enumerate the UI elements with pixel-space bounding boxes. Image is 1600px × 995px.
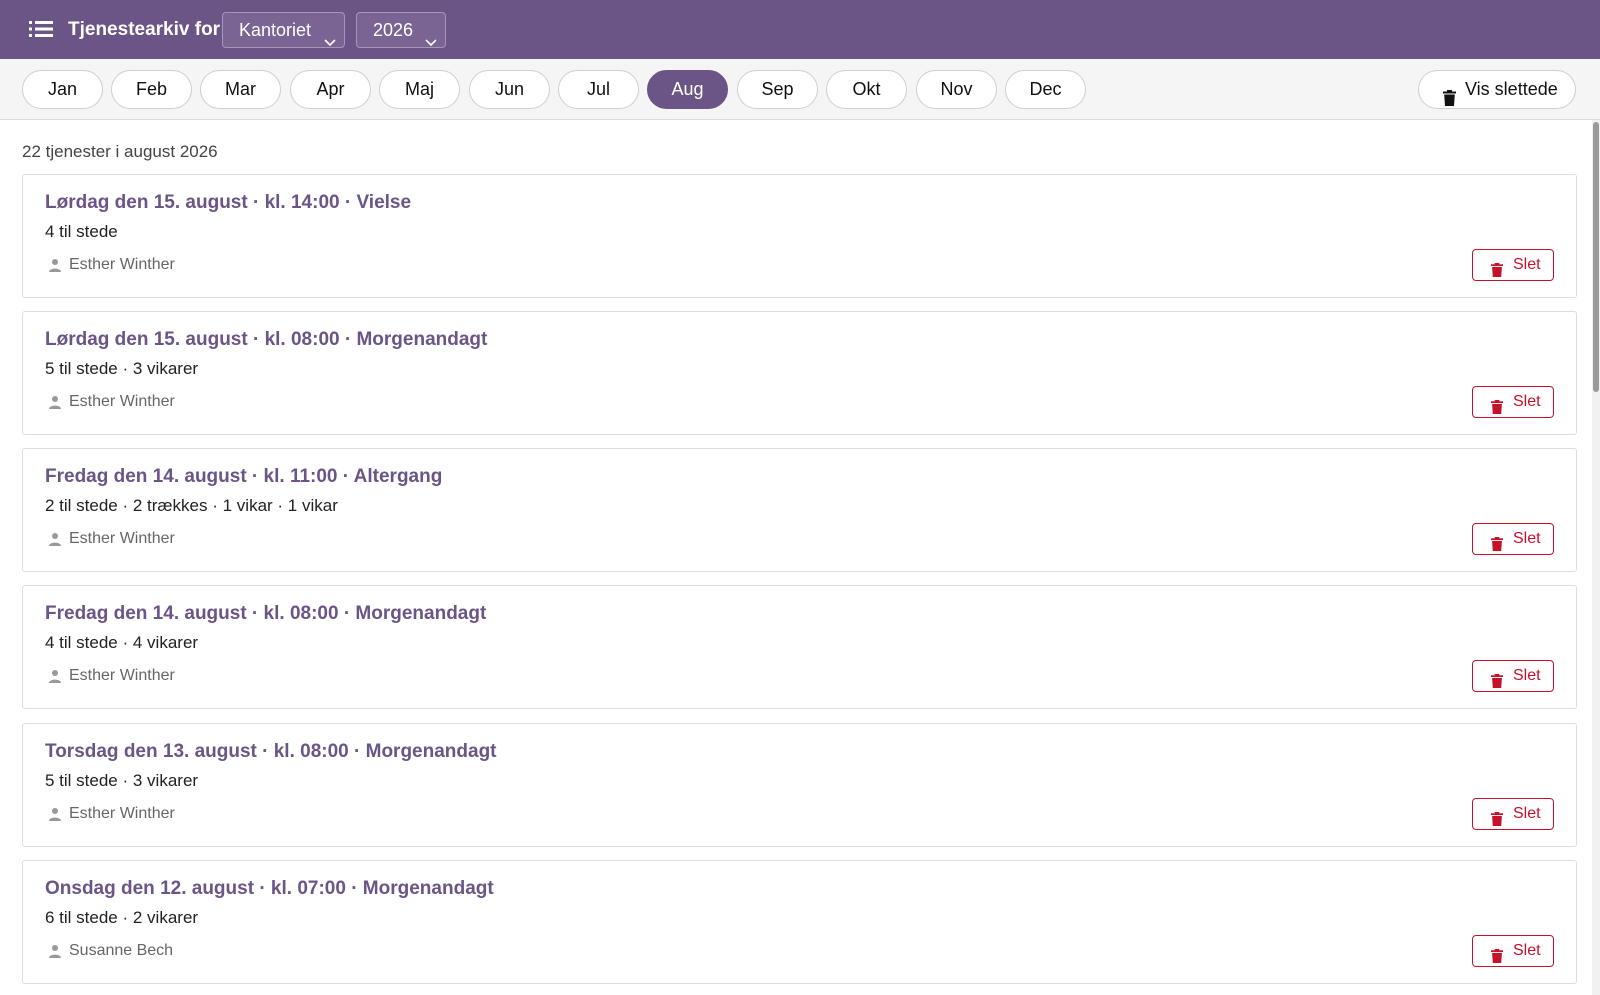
service-card: Fredag den 14. august · kl. 08:00 · Morg… xyxy=(22,585,1577,709)
choir-select[interactable]: Kantoriet xyxy=(222,12,345,48)
list-icon[interactable] xyxy=(28,18,54,40)
month-tab-maj[interactable]: Maj xyxy=(379,70,460,109)
person-icon xyxy=(48,807,62,821)
person-icon xyxy=(48,669,62,683)
month-filter-bar: Jan Feb Mar Apr Maj Jun Jul Aug Sep Okt … xyxy=(0,59,1600,120)
service-card: Fredag den 14. august · kl. 11:00 · Alte… xyxy=(22,448,1577,572)
delete-label: Slet xyxy=(1513,530,1541,547)
delete-label: Slet xyxy=(1513,393,1541,410)
trash-icon xyxy=(1491,258,1503,277)
service-title: Fredag den 14. august · kl. 11:00 · Alte… xyxy=(45,466,443,487)
delete-button[interactable]: Slet xyxy=(1472,386,1554,418)
delete-button[interactable]: Slet xyxy=(1472,523,1554,555)
month-tab-nov[interactable]: Nov xyxy=(916,70,997,109)
service-card: Lørdag den 15. august · kl. 08:00 · Morg… xyxy=(22,311,1577,435)
trash-icon xyxy=(1491,807,1503,826)
delete-label: Slet xyxy=(1513,942,1541,959)
year-select-value: 2026 xyxy=(373,20,414,40)
service-details: 4 til stede · 4 vikarer xyxy=(45,633,199,652)
service-details: 2 til stede · 2 trækkes · 1 vikar · 1 vi… xyxy=(45,496,338,515)
month-tab-jun[interactable]: Jun xyxy=(469,70,550,109)
service-card: Onsdag den 12. august · kl. 07:00 · Morg… xyxy=(22,860,1577,984)
service-person: Esther Winther xyxy=(69,530,175,547)
trash-icon xyxy=(1491,669,1503,688)
service-title: Torsdag den 13. august · kl. 08:00 · Mor… xyxy=(45,741,497,762)
month-tab-apr[interactable]: Apr xyxy=(290,70,371,109)
service-person: Esther Winther xyxy=(69,805,175,822)
service-card: Lørdag den 15. august · kl. 14:00 · Viel… xyxy=(22,174,1577,298)
month-tab-mar[interactable]: Mar xyxy=(200,70,281,109)
month-tab-okt[interactable]: Okt xyxy=(826,70,907,109)
service-person: Esther Winther xyxy=(69,667,175,684)
service-title: Lørdag den 15. august · kl. 08:00 · Morg… xyxy=(45,329,488,350)
month-tab-feb[interactable]: Feb xyxy=(111,70,192,109)
service-person: Esther Winther xyxy=(69,393,175,410)
month-tab-sep[interactable]: Sep xyxy=(737,70,818,109)
service-details: 4 til stede xyxy=(45,222,118,241)
service-card: Torsdag den 13. august · kl. 08:00 · Mor… xyxy=(22,723,1577,847)
choir-select-value: Kantoriet xyxy=(239,20,312,40)
delete-button[interactable]: Slet xyxy=(1472,660,1554,692)
result-summary: 22 tjenester i august 2026 xyxy=(22,142,218,161)
chevron-down-icon xyxy=(425,25,437,47)
month-tab-jan[interactable]: Jan xyxy=(22,70,103,109)
service-title: Lørdag den 15. august · kl. 14:00 · Viel… xyxy=(45,192,412,213)
month-tab-dec[interactable]: Dec xyxy=(1005,70,1086,109)
top-bar: Tjenestearkiv for Kantoriet 2026 xyxy=(0,0,1600,59)
month-tab-aug[interactable]: Aug xyxy=(647,70,728,109)
person-icon xyxy=(48,258,62,272)
service-title: Fredag den 14. august · kl. 08:00 · Morg… xyxy=(45,603,487,624)
delete-label: Slet xyxy=(1513,805,1541,822)
person-icon xyxy=(48,532,62,546)
trash-icon xyxy=(1443,82,1456,106)
person-icon xyxy=(48,395,62,409)
delete-button[interactable]: Slet xyxy=(1472,249,1554,281)
delete-label: Slet xyxy=(1513,256,1541,273)
show-deleted-label: Vis slettede xyxy=(1465,79,1558,99)
service-details: 5 til stede · 3 vikarer xyxy=(45,359,199,378)
delete-label: Slet xyxy=(1513,667,1541,684)
show-deleted-button[interactable]: Vis slettede xyxy=(1418,70,1576,109)
trash-icon xyxy=(1491,944,1503,963)
service-details: 6 til stede · 2 vikarer xyxy=(45,908,199,927)
month-tab-jul[interactable]: Jul xyxy=(558,70,639,109)
trash-icon xyxy=(1491,395,1503,414)
service-person: Esther Winther xyxy=(69,256,175,273)
service-details: 5 til stede · 3 vikarer xyxy=(45,771,199,790)
person-icon xyxy=(48,944,62,958)
year-select[interactable]: 2026 xyxy=(356,12,446,48)
delete-button[interactable]: Slet xyxy=(1472,798,1554,830)
service-person: Susanne Bech xyxy=(69,942,174,959)
delete-button[interactable]: Slet xyxy=(1472,935,1554,967)
chevron-down-icon xyxy=(324,25,336,47)
scrollbar-thumb[interactable] xyxy=(1593,122,1599,392)
trash-icon xyxy=(1491,532,1503,551)
service-title: Onsdag den 12. august · kl. 07:00 · Morg… xyxy=(45,878,494,899)
page-title: Tjenestearkiv for xyxy=(68,19,221,40)
